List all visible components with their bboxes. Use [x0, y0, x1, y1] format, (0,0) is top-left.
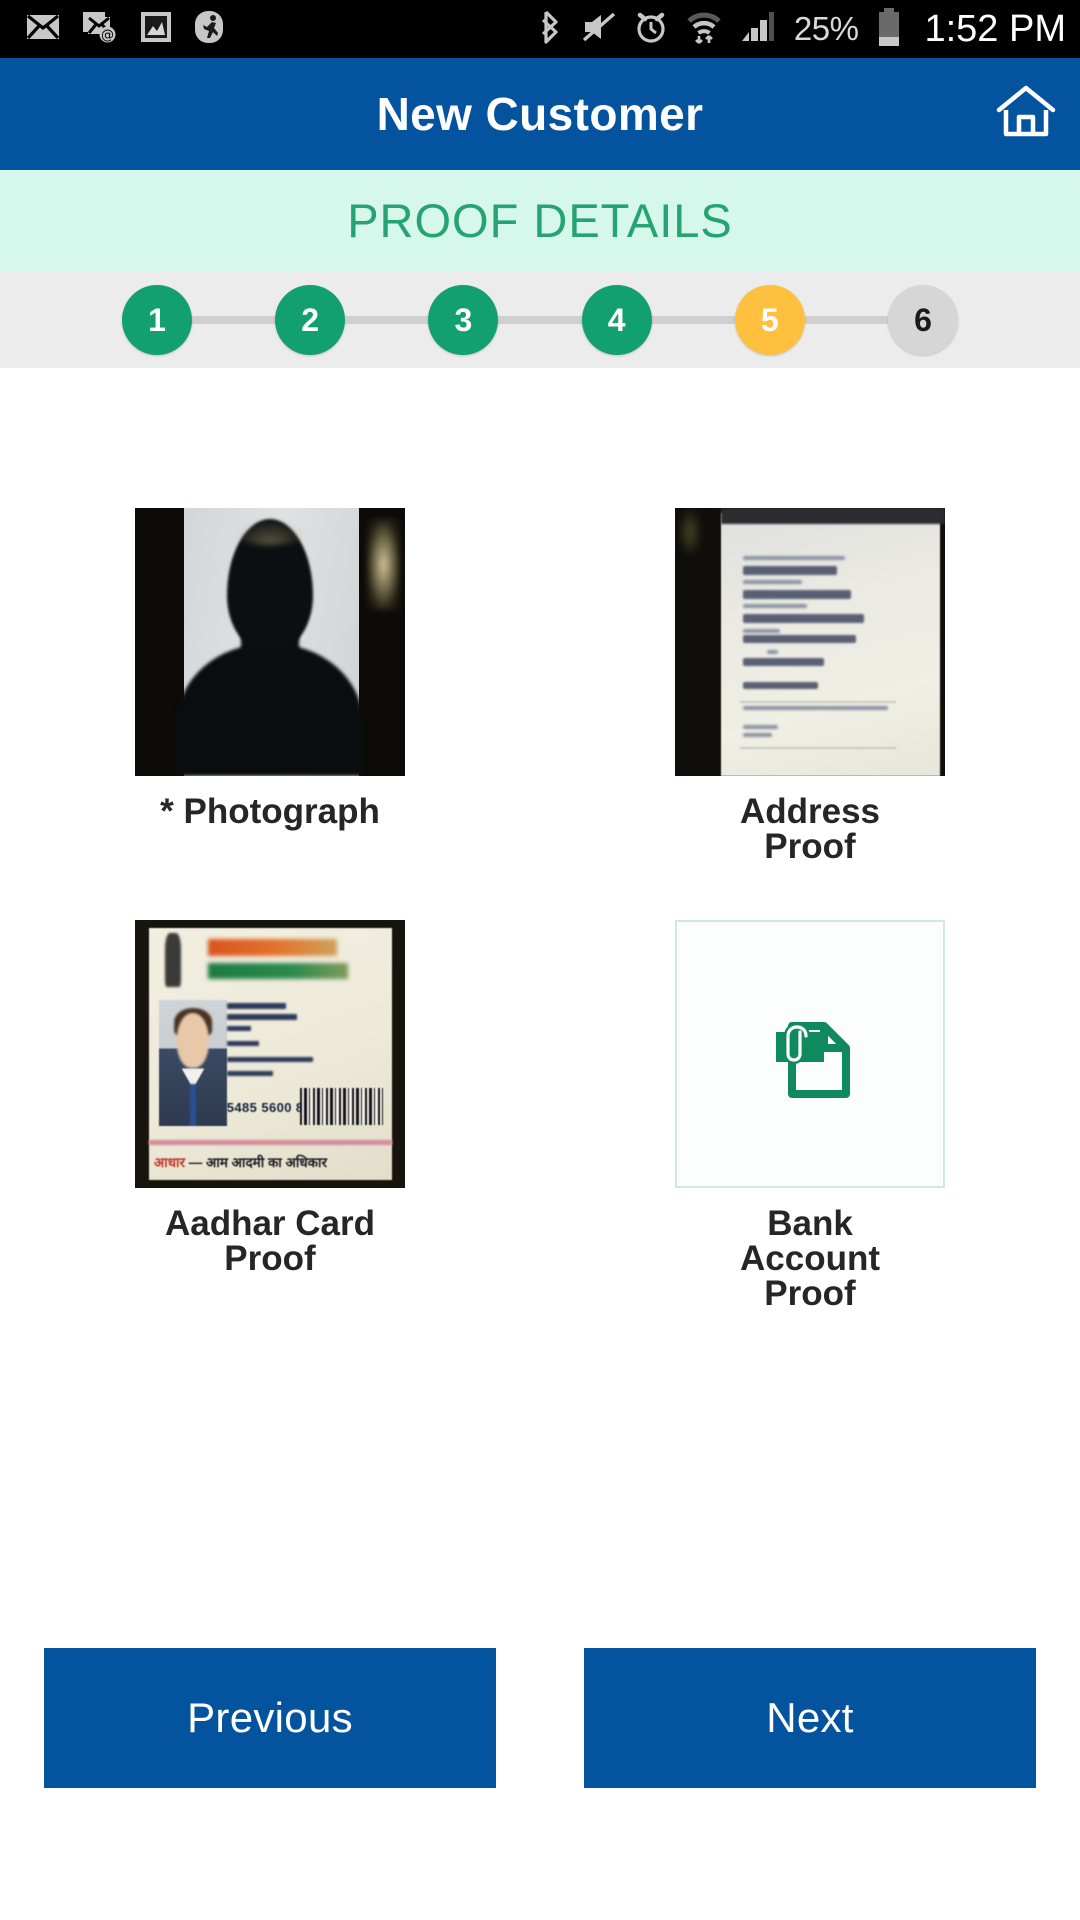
aadhar-slogan-text: आम आदमी का अधिकार — [206, 1155, 328, 1171]
aadhar-photo-tie — [190, 1083, 197, 1127]
address-proof-text-line — [742, 725, 778, 730]
step-6[interactable]: 6 — [888, 285, 959, 355]
address-proof-text-line — [742, 565, 837, 575]
address-proof-rule — [739, 746, 897, 749]
battery-percent-label: 25% — [793, 10, 859, 47]
address-proof-text-line — [742, 628, 781, 633]
aadhar-text-line — [226, 1025, 252, 1031]
aadhar-card-thumbnail[interactable]: 5485 5600 8000 आधार — आम आदमी का अधिकार — [135, 920, 405, 1188]
proof-item-bank-account-proof: Bank Account Proof — [540, 920, 1080, 1500]
photograph-thumbnail[interactable] — [135, 508, 405, 776]
aadhar-text-line — [226, 1003, 287, 1010]
section-title: PROOF DETAILS — [347, 194, 733, 247]
aadhar-text-line — [226, 1071, 273, 1077]
address-proof-top-shadow — [720, 508, 945, 525]
status-bar-system-icons: 25% 1:52 PM — [538, 0, 1066, 58]
cellular-signal-icon — [740, 10, 776, 49]
bluetooth-icon — [538, 9, 564, 50]
step-connector-3 — [498, 316, 582, 324]
gallery-image-icon — [140, 11, 172, 48]
proof-documents-grid: * Photograph Address Proof 5485 5600 800… — [0, 368, 1080, 1608]
status-bar-clock: 1:52 PM — [924, 7, 1066, 50]
address-proof-text-line — [742, 589, 851, 599]
aadhar-slogan-dash: — — [185, 1155, 207, 1171]
proof-row: 5485 5600 8000 आधार — आम आदमी का अधिकार … — [0, 920, 1080, 1500]
sound-mute-icon — [582, 11, 616, 48]
step-connector-5 — [804, 316, 889, 324]
address-proof-text-line — [742, 682, 819, 690]
photograph-hair-highlight — [233, 518, 307, 545]
address-proof-text-line — [742, 706, 889, 711]
attach-document-icon — [762, 1002, 858, 1107]
aadhar-header-green-band — [207, 962, 349, 979]
app-bar: New Customer — [0, 58, 1080, 170]
step-4[interactable]: 4 — [581, 285, 652, 355]
address-proof-thumbnail[interactable] — [675, 508, 945, 776]
mail-icon — [26, 13, 60, 46]
previous-button[interactable]: Previous — [44, 1648, 496, 1788]
proof-label-aadhar-card-proof: Aadhar Card Proof — [164, 1204, 376, 1278]
aadhar-photo-face — [176, 1012, 210, 1069]
step-5[interactable]: 5 — [734, 285, 805, 355]
android-status-bar: @ 25% 1:52 PM — [0, 0, 1080, 58]
aadhar-red-divider — [148, 1139, 392, 1145]
address-proof-text-line — [766, 650, 778, 655]
status-bar-notification-icons: @ — [0, 10, 224, 49]
aadhar-national-emblem — [164, 933, 181, 987]
wifi-data-transfer-icon — [686, 9, 722, 50]
wizard-stepper: 1 2 3 4 5 6 — [0, 272, 1080, 368]
proof-item-aadhar-card-proof: 5485 5600 8000 आधार — आम आदमी का अधिकार … — [0, 920, 540, 1500]
step-1[interactable]: 1 — [122, 285, 192, 355]
address-proof-text-line — [742, 635, 856, 644]
address-proof-text-line — [742, 658, 824, 667]
proof-label-address-proof: Address Proof — [739, 792, 881, 866]
proof-label-photograph: * Photograph — [160, 792, 380, 831]
battery-icon — [876, 7, 902, 52]
new-customer-screen: @ 25% 1:52 PM New Customer PROOF DETAILS… — [0, 0, 1080, 1920]
address-proof-rule — [739, 700, 897, 703]
shealth-running-icon — [194, 10, 224, 49]
aadhar-text-line — [226, 1040, 260, 1046]
proof-label-bank-account-proof: Bank Account Proof — [740, 1204, 880, 1313]
address-proof-glare — [677, 508, 702, 557]
aadhar-barcode — [299, 1087, 384, 1126]
step-3[interactable]: 3 — [428, 285, 499, 355]
step-connector-4 — [651, 316, 735, 324]
bank-account-proof-upload-slot[interactable] — [675, 920, 945, 1188]
step-2[interactable]: 2 — [275, 285, 346, 355]
previous-button-slot: Previous — [0, 1648, 540, 1800]
home-button[interactable] — [990, 82, 1062, 146]
section-band: PROOF DETAILS — [0, 170, 1080, 272]
svg-text:@: @ — [101, 28, 114, 43]
step-connector-2 — [345, 316, 429, 324]
email-at-icon: @ — [82, 10, 118, 49]
next-button-slot: Next — [540, 1648, 1080, 1800]
photograph-light-glare — [367, 518, 400, 610]
aadhar-header-saffron-band — [207, 938, 338, 957]
alarm-clock-icon — [634, 10, 668, 49]
aadhar-holder-photo — [159, 1000, 227, 1127]
page-title: New Customer — [376, 88, 704, 140]
home-icon — [995, 84, 1057, 145]
address-proof-text-line — [742, 733, 773, 738]
next-button[interactable]: Next — [584, 1648, 1036, 1788]
step-connector-1 — [192, 316, 276, 324]
aadhar-slogan-prefix: आधार — [153, 1155, 186, 1171]
aadhar-text-line — [226, 1013, 297, 1020]
wizard-navigation-buttons: Previous Next — [0, 1648, 1080, 1800]
aadhar-text-line — [226, 1056, 314, 1062]
address-proof-text-line — [742, 556, 846, 561]
address-proof-text-line — [742, 613, 864, 623]
address-proof-text-line — [742, 580, 802, 585]
address-proof-text-line — [742, 604, 808, 609]
aadhar-slogan: आधार — आम आदमी का अधिकार — [154, 1153, 386, 1171]
stepper-track: 1 2 3 4 5 6 — [122, 272, 959, 368]
